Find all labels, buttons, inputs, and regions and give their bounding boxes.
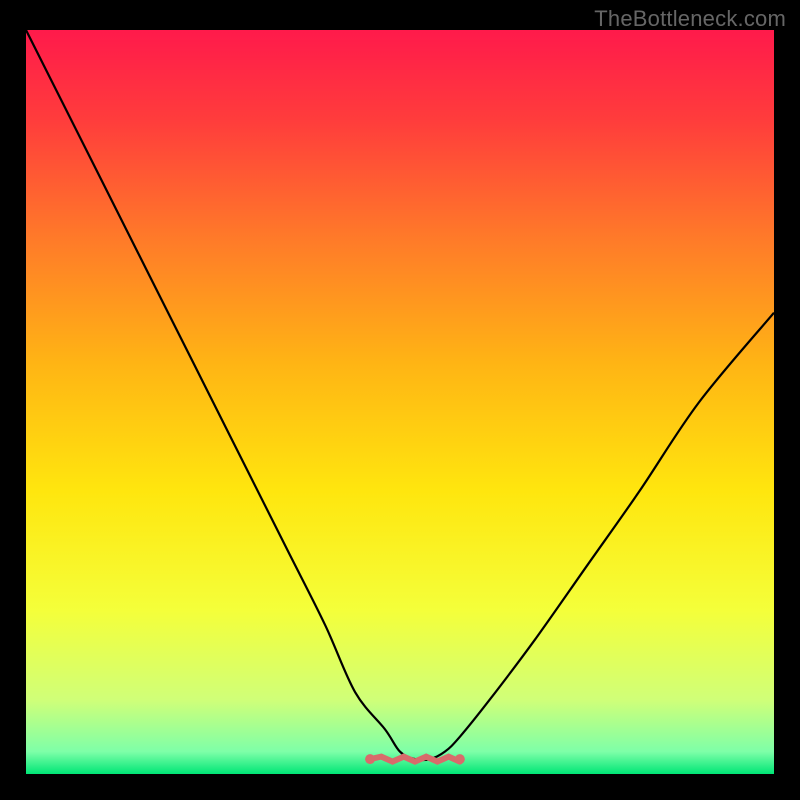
plot-area: [26, 30, 774, 774]
chart-frame: [26, 30, 774, 774]
flat-region-dot-left: [365, 754, 375, 764]
watermark-text: TheBottleneck.com: [594, 6, 786, 32]
gradient-background: [26, 30, 774, 774]
flat-region-dot-right: [455, 754, 465, 764]
